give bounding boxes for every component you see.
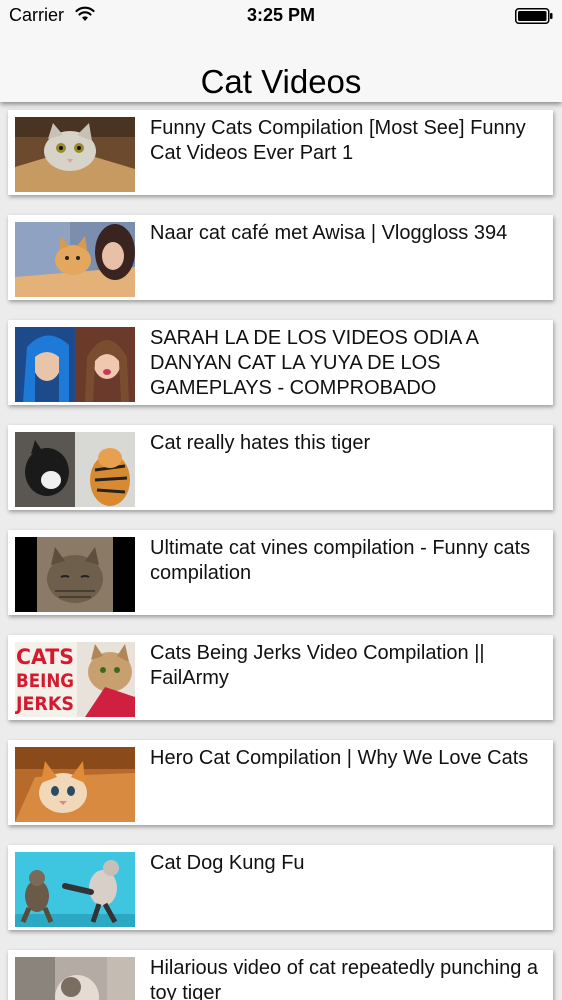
- video-title: Hilarious video of cat repeatedly punchi…: [150, 957, 539, 1000]
- video-title: Cat really hates this tiger: [150, 432, 371, 454]
- status-bar: Carrier 3:25 PM: [0, 0, 562, 40]
- video-card[interactable]: Cat Dog Kung Fu: [8, 845, 553, 930]
- cat-and-tiger-thumbnail: [15, 432, 135, 507]
- cat-punching-thumbnail: [15, 957, 135, 1000]
- video-list[interactable]: Funny Cats Compilation [Most See] Funny …: [0, 102, 562, 1000]
- video-title: Hero Cat Compilation | Why We Love Cats: [150, 747, 529, 769]
- video-card[interactable]: Funny Cats Compilation [Most See] Funny …: [8, 110, 553, 195]
- kung-fu-cats-thumbnail: [15, 852, 135, 927]
- video-title: Naar cat café met Awisa | Vloggloss 394: [150, 222, 508, 244]
- video-title: Cat Dog Kung Fu: [150, 852, 305, 874]
- video-card[interactable]: Naar cat café met Awisa | Vloggloss 394: [8, 215, 553, 300]
- video-card[interactable]: SARAH LA DE LOS VIDEOS ODIA A DANYAN CAT…: [8, 320, 553, 405]
- video-card[interactable]: Hilarious video of cat repeatedly punchi…: [8, 950, 553, 1000]
- cat-cafe-thumbnail: [15, 222, 135, 297]
- page-title: Cat Videos: [200, 63, 362, 100]
- cat-in-box-thumbnail: [15, 117, 135, 192]
- video-title: Cats Being Jerks Video Compilation || Fa…: [150, 642, 485, 689]
- battery-icon: [515, 8, 553, 24]
- video-title: Funny Cats Compilation [Most See] Funny …: [150, 117, 526, 164]
- cats-being-jerks-thumbnail: CATS BEING JERKS: [15, 642, 135, 717]
- clock-label: 3:25 PM: [246, 5, 316, 25]
- video-card[interactable]: Cat really hates this tiger: [8, 425, 553, 510]
- thumb-text-line: CATS: [16, 645, 74, 669]
- thumb-text-line: JERKS: [15, 693, 74, 715]
- navigation-bar: Cat Videos: [0, 40, 562, 102]
- video-card[interactable]: Ultimate cat vines compilation - Funny c…: [8, 530, 553, 615]
- video-title: Ultimate cat vines compilation - Funny c…: [150, 537, 531, 584]
- video-card[interactable]: CATS BEING JERKS Cats Being Jerks Video …: [8, 635, 553, 720]
- orange-kitten-thumbnail: [15, 747, 135, 822]
- video-card[interactable]: Hero Cat Compilation | Why We Love Cats: [8, 740, 553, 825]
- video-title: SARAH LA DE LOS VIDEOS ODIA A DANYAN CAT…: [150, 327, 478, 399]
- thumb-text-line: BEING: [16, 670, 74, 692]
- two-girls-thumbnail: [15, 327, 135, 402]
- tabby-cat-thumbnail: [15, 537, 135, 612]
